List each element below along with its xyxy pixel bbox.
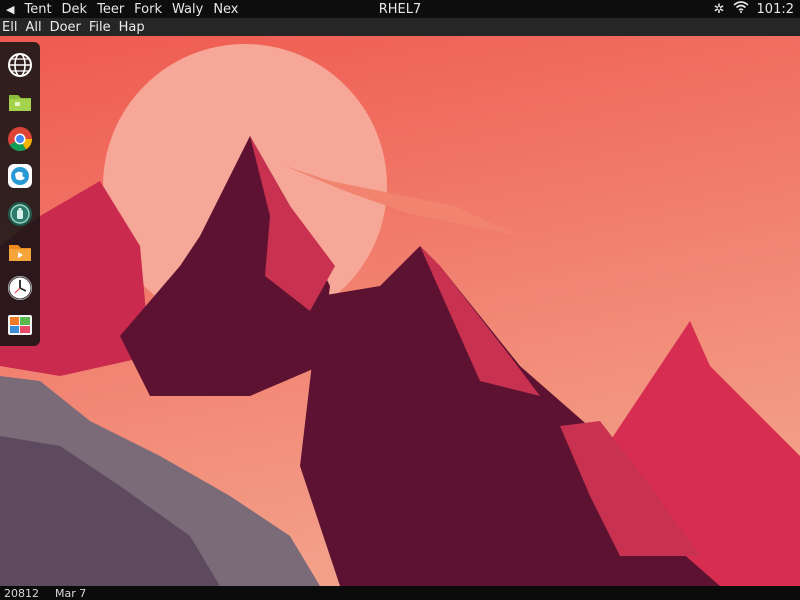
status-area: ✲ 101:2 [714,0,794,18]
top-panel: ◀ Tent Dek Teer Fork Waly Nex RHEL7 ✲ 10… [0,0,800,18]
top-menu-item-tent[interactable]: Tent [24,2,51,17]
menu-item-doer[interactable]: Doer [50,20,81,35]
top-menu-item-nex[interactable]: Nex [213,2,238,17]
clock-text[interactable]: 101:2 [757,2,794,17]
menu-item-hap[interactable]: Hap [119,20,145,35]
top-menu-item-dek[interactable]: Dek [62,2,88,17]
dock-item-files[interactable] [3,85,37,118]
top-menu-item-waly[interactable]: Waly [172,2,203,17]
menu-item-all[interactable]: All [25,20,41,35]
dock-item-archive[interactable] [3,234,37,267]
dock-item-clock[interactable] [3,272,37,305]
settings-icon [8,201,32,226]
dock-item-chrome[interactable] [3,123,37,156]
chrome-icon [8,127,32,152]
folder-icon [9,94,31,111]
globe-icon [8,52,32,77]
settings-icon[interactable]: ✲ [714,2,725,17]
back-icon[interactable]: ◀ [6,3,14,16]
orange-folder-icon [9,244,31,261]
photos-icon [8,315,32,336]
top-menu: Tent Dek Teer Fork Waly Nex [24,2,238,17]
menu-item-ell[interactable]: Ell [2,20,17,35]
dock [0,42,40,346]
menu-item-file[interactable]: File [89,20,111,35]
bottom-panel: 20812 Mar 7 [0,586,800,600]
top-menu-item-teer[interactable]: Teer [97,2,124,17]
top-menu-item-fork[interactable]: Fork [134,2,162,17]
globe-blue-icon [8,164,32,189]
app-menubar: Ell All Doer File Hap [0,18,800,36]
dock-item-photos[interactable] [3,309,37,342]
mountain-wallpaper [0,36,800,586]
bottom-left-text: 20812 [4,586,39,600]
bottom-date-text[interactable]: Mar 7 [55,587,86,600]
dock-item-browser[interactable] [3,160,37,193]
desktop-wallpaper [0,36,800,586]
clock-icon [8,276,32,301]
dock-item-network[interactable] [3,48,37,81]
dock-item-settings[interactable] [3,197,37,230]
wifi-icon[interactable] [733,1,749,17]
